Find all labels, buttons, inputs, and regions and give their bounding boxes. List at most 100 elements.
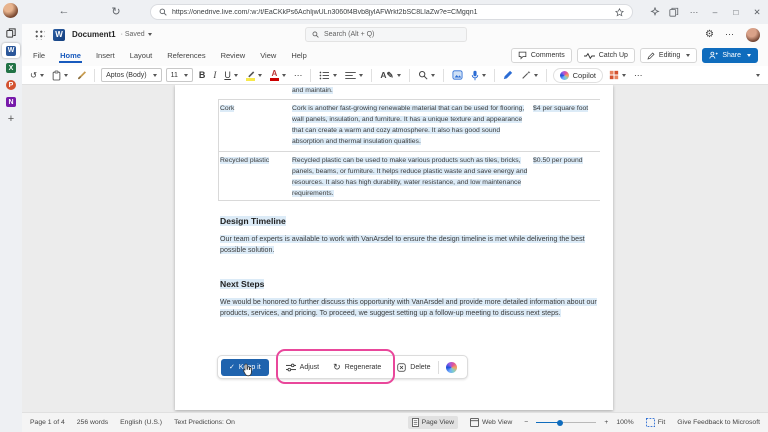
document-canvas[interactable]: and maintain. Cork Cork is another fast-… [22, 85, 768, 412]
chevron-down-icon [397, 74, 401, 77]
account-avatar[interactable] [746, 28, 760, 42]
ribbon-collapse-button[interactable] [752, 73, 762, 78]
favorites-star-icon[interactable] [615, 8, 624, 17]
sidebar-add-button[interactable]: + [2, 112, 20, 126]
fit-button[interactable]: Fit [642, 416, 670, 429]
font-name-select[interactable]: Aptos (Body) [101, 68, 161, 82]
menu-review[interactable]: Review [220, 49, 247, 62]
save-status[interactable]: · Saved [121, 31, 145, 38]
comments-button[interactable]: Comments [511, 48, 572, 63]
sidebar-item-excel[interactable]: X [2, 61, 20, 75]
undo-button[interactable]: ↺ [28, 69, 46, 82]
designer-icon [452, 70, 463, 80]
sparkle-icon[interactable] [650, 7, 660, 17]
settings-gear-icon[interactable]: ⚙ [705, 29, 714, 40]
font-color-button[interactable]: A [268, 69, 288, 82]
editor-pen-icon [503, 70, 513, 80]
font-size-select[interactable]: 11 [166, 68, 193, 82]
format-painter-button[interactable] [74, 69, 88, 81]
clipboard-icon [52, 70, 61, 81]
bullets-button[interactable] [317, 70, 339, 81]
page-view-button[interactable]: Page View [408, 416, 458, 429]
word-logo-icon[interactable]: W [53, 29, 65, 41]
cursor-hand-icon [241, 363, 253, 377]
zoom-slider[interactable] [536, 419, 596, 427]
sidebar-item-onenote[interactable]: N [2, 95, 20, 109]
table-cell-partial: and maintain. [292, 85, 528, 96]
highlight-button[interactable] [244, 69, 264, 82]
copilot-button[interactable]: Copilot [553, 68, 603, 83]
more-formatting-icon[interactable]: ⋯ [292, 69, 305, 82]
delete-button[interactable]: Delete [397, 363, 430, 372]
add-ins-button[interactable] [607, 69, 628, 81]
browser-profile-avatar[interactable] [3, 3, 18, 18]
comment-icon [518, 51, 527, 60]
text-predictions-status[interactable]: Text Predictions: On [174, 419, 235, 426]
zoom-slider-knob[interactable] [557, 420, 563, 426]
browser-more-icon[interactable]: ⋯ [688, 7, 700, 18]
dictate-button[interactable] [469, 69, 488, 82]
sidebar-item-powerpoint[interactable]: P [2, 78, 20, 92]
page-number-status[interactable]: Page 1 of 4 [30, 419, 65, 426]
titlebar-more-icon[interactable]: ⋯ [725, 29, 735, 40]
copilot-icon[interactable] [446, 362, 457, 373]
bold-button[interactable]: B [197, 69, 208, 81]
sidebar-windows-icon[interactable] [2, 26, 20, 40]
adjust-button[interactable]: Adjust [286, 363, 319, 372]
zoom-level[interactable]: 100% [616, 419, 633, 426]
table-cell-description: Cork is another fast-growing renewable m… [292, 103, 528, 147]
url-text[interactable]: https://onedrive.live.com/:w:/t/EaCKkPs6… [172, 9, 610, 16]
align-button[interactable] [343, 70, 365, 81]
find-button[interactable] [416, 69, 437, 81]
menu-layout[interactable]: Layout [129, 49, 154, 62]
search-box[interactable]: Search (Alt + Q) [305, 27, 467, 42]
table-cell-price: $4 per square foot [533, 103, 601, 114]
align-icon [345, 71, 356, 80]
app-launcher-icon[interactable] [34, 29, 45, 40]
search-icon [312, 31, 319, 38]
zoom-out-icon[interactable]: − [524, 419, 528, 426]
word-count-status[interactable]: 256 words [77, 419, 108, 426]
web-view-button[interactable]: Web View [466, 416, 516, 429]
feedback-link[interactable]: Give Feedback to Microsoft [677, 419, 760, 426]
sidebar-item-word[interactable]: W [2, 43, 20, 58]
menu-view[interactable]: View [259, 49, 277, 62]
chevron-down-icon [153, 74, 157, 77]
back-icon[interactable]: ← [55, 2, 73, 20]
collections-icon[interactable] [669, 7, 679, 17]
table-cell-description: Recycled plastic can be used to make var… [292, 155, 528, 199]
address-bar[interactable]: https://onedrive.live.com/:w:/t/EaCKkPs6… [150, 4, 633, 20]
menu-file[interactable]: File [32, 49, 46, 62]
menu-references[interactable]: References [166, 49, 206, 62]
table-cell-material: Recycled plastic [220, 155, 286, 166]
underline-button[interactable]: U [222, 69, 240, 81]
refresh-icon[interactable]: ↻ [107, 2, 125, 20]
menu-home[interactable]: Home [59, 49, 82, 63]
word-icon: W [6, 46, 16, 56]
zoom-in-icon[interactable]: + [604, 419, 608, 426]
search-icon [418, 70, 428, 80]
share-button[interactable]: Share [702, 48, 758, 63]
ribbon-more-icon[interactable]: ⋯ [632, 69, 645, 82]
document-page[interactable]: and maintain. Cork Cork is another fast-… [175, 85, 613, 410]
styles-button[interactable]: A✎ [378, 69, 402, 82]
document-title[interactable]: Document1 [72, 30, 116, 39]
italic-button[interactable]: I [211, 69, 218, 81]
menu-insert[interactable]: Insert [95, 49, 116, 62]
minimize-icon[interactable]: – [709, 7, 721, 17]
menu-help[interactable]: Help [290, 49, 307, 62]
designer-button[interactable] [450, 69, 465, 81]
paste-button[interactable] [50, 69, 70, 82]
language-status[interactable]: English (U.S.) [120, 419, 162, 426]
editor-button[interactable] [501, 69, 515, 81]
screen: ← ↻ https://onedrive.live.com/:w:/t/EaCK… [0, 0, 768, 432]
add-ins-grid-icon [609, 70, 619, 80]
editing-mode-button[interactable]: Editing [640, 48, 697, 63]
close-icon[interactable]: ✕ [751, 7, 763, 18]
maximize-icon[interactable]: □ [730, 7, 742, 17]
catch-up-button[interactable]: Catch Up [577, 48, 635, 63]
chevron-down-icon [282, 74, 286, 77]
regenerate-button[interactable]: ↻ Regenerate [333, 362, 381, 373]
section-heading: Next Steps [220, 279, 264, 289]
autoformat-button[interactable] [519, 69, 540, 81]
